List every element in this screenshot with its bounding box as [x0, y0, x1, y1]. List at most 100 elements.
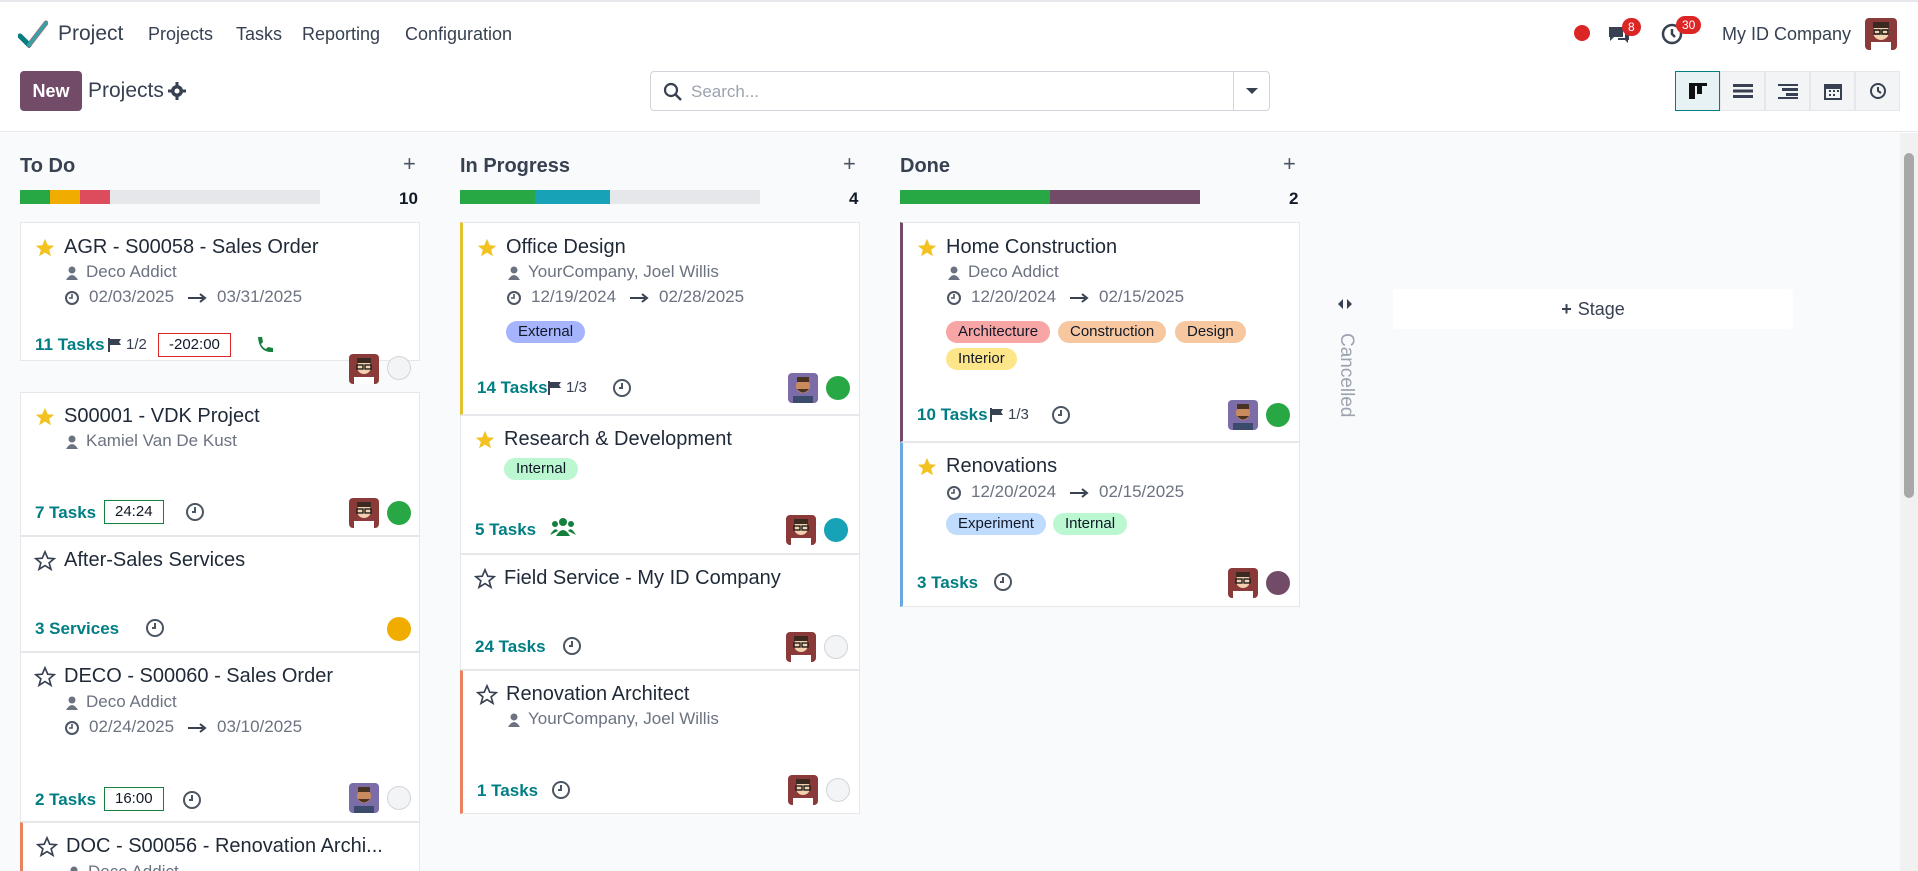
kanban-view-button[interactable]: [1675, 71, 1720, 111]
column-title-done[interactable]: Done: [900, 155, 950, 178]
favorite-star-icon[interactable]: [36, 836, 58, 858]
status-indicator[interactable]: [387, 356, 411, 380]
menu-reporting[interactable]: Reporting: [302, 24, 380, 45]
list-view-button[interactable]: [1720, 71, 1765, 111]
avatar[interactable]: [788, 775, 818, 805]
kanban-card[interactable]: Field Service - My ID Company 24 Tasks: [460, 554, 860, 670]
activity-clock-icon[interactable]: [1051, 405, 1071, 425]
card-tasks-link[interactable]: 2 Tasks: [35, 790, 96, 810]
card-tasks-link[interactable]: 14 Tasks: [477, 378, 548, 398]
add-to-todo-button[interactable]: +: [403, 151, 416, 177]
status-indicator[interactable]: [1266, 571, 1290, 595]
company-switcher[interactable]: My ID Company: [1722, 24, 1851, 45]
kanban-card[interactable]: Research & Development Internal 5 Tasks: [460, 415, 860, 554]
progress-bar-done[interactable]: [900, 190, 1200, 204]
new-button[interactable]: New: [20, 71, 82, 111]
favorite-star-icon[interactable]: [916, 456, 938, 478]
gantt-view-button[interactable]: [1765, 71, 1810, 111]
card-tasks-link[interactable]: 1 Tasks: [477, 781, 538, 801]
status-indicator[interactable]: [1266, 403, 1290, 427]
add-to-in-progress-button[interactable]: +: [843, 151, 856, 177]
scrollbar-thumb[interactable]: [1904, 153, 1914, 498]
status-indicator[interactable]: [826, 376, 850, 400]
activity-clock-icon[interactable]: [185, 502, 205, 522]
status-indicator[interactable]: [387, 617, 411, 641]
kanban-card[interactable]: Renovations 12/20/2024 02/15/2025 Experi…: [900, 442, 1300, 607]
progress-bar-in-progress[interactable]: [460, 190, 760, 204]
add-stage-button[interactable]: + Stage: [1393, 289, 1793, 329]
search-input[interactable]: Search...: [691, 82, 759, 102]
card-tasks-link[interactable]: 24 Tasks: [475, 637, 546, 657]
progress-segment[interactable]: [20, 190, 50, 204]
status-indicator[interactable]: [824, 635, 848, 659]
avatar[interactable]: [1228, 568, 1258, 598]
activity-view-button[interactable]: [1855, 71, 1900, 111]
users-icon[interactable]: [550, 516, 576, 538]
menu-tasks[interactable]: Tasks: [236, 24, 282, 45]
vertical-scrollbar[interactable]: [1900, 133, 1918, 871]
progress-segment[interactable]: [50, 190, 80, 204]
favorite-star-icon[interactable]: [34, 666, 56, 688]
favorite-star-icon[interactable]: [476, 237, 498, 259]
progress-segment[interactable]: [80, 190, 110, 204]
status-indicator[interactable]: [826, 778, 850, 802]
favorite-star-icon[interactable]: [916, 237, 938, 259]
favorite-star-icon[interactable]: [476, 684, 498, 706]
status-indicator[interactable]: [824, 518, 848, 542]
user-avatar[interactable]: [1865, 18, 1897, 50]
project-logo-icon[interactable]: [18, 20, 48, 48]
add-to-done-button[interactable]: +: [1283, 151, 1296, 177]
kanban-card[interactable]: After-Sales Services 3 Services: [20, 536, 420, 652]
search-bar[interactable]: Search...: [650, 71, 1270, 111]
avatar[interactable]: [349, 354, 379, 384]
activity-clock-icon[interactable]: [145, 618, 165, 638]
progress-segment[interactable]: [535, 190, 610, 204]
avatar[interactable]: [786, 515, 816, 545]
card-tasks-link[interactable]: 11 Tasks: [35, 335, 105, 355]
card-tasks-link[interactable]: 5 Tasks: [475, 520, 536, 540]
gear-icon[interactable]: [168, 82, 186, 100]
card-tasks-link[interactable]: 7 Tasks: [35, 503, 96, 523]
kanban-card[interactable]: DOC - S00056 - Renovation Archi... Deco …: [20, 822, 420, 871]
column-title-in-progress[interactable]: In Progress: [460, 155, 570, 178]
kanban-card[interactable]: Home Construction Deco Addict 12/20/2024…: [900, 222, 1300, 442]
app-name[interactable]: Project: [58, 22, 123, 46]
avatar[interactable]: [786, 632, 816, 662]
column-title-todo[interactable]: To Do: [20, 155, 75, 178]
search-options-toggle[interactable]: [1233, 72, 1269, 110]
kanban-card[interactable]: Office Design YourCompany, Joel Willis 1…: [460, 222, 860, 415]
avatar[interactable]: [349, 783, 379, 813]
progress-segment[interactable]: [1050, 190, 1200, 204]
favorite-star-icon[interactable]: [34, 406, 56, 428]
card-tasks-link[interactable]: 10 Tasks: [917, 405, 988, 425]
favorite-star-icon[interactable]: [474, 568, 496, 590]
avatar[interactable]: [1228, 400, 1258, 430]
calendar-view-button[interactable]: [1810, 71, 1855, 111]
avatar[interactable]: [349, 498, 379, 528]
activity-clock-icon[interactable]: [551, 780, 571, 800]
card-tasks-link[interactable]: 3 Services: [35, 619, 119, 639]
status-indicator[interactable]: [387, 501, 411, 525]
activity-clock-icon[interactable]: [612, 378, 632, 398]
status-indicator[interactable]: [387, 786, 411, 810]
favorite-star-icon[interactable]: [34, 550, 56, 572]
card-tasks-link[interactable]: 3 Tasks: [917, 573, 978, 593]
kanban-card[interactable]: DECO - S00060 - Sales Order Deco Addict …: [20, 652, 420, 822]
phone-icon[interactable]: [254, 335, 274, 355]
avatar[interactable]: [788, 373, 818, 403]
kanban-card[interactable]: S00001 - VDK Project Kamiel Van De Kust …: [20, 392, 420, 536]
unfold-column-icon[interactable]: [1336, 295, 1354, 313]
menu-configuration[interactable]: Configuration: [405, 24, 512, 45]
progress-segment[interactable]: [900, 190, 1050, 204]
status-dot-icon[interactable]: [1574, 25, 1590, 41]
favorite-star-icon[interactable]: [474, 429, 496, 451]
kanban-card[interactable]: AGR - S00058 - Sales Order Deco Addict 0…: [20, 222, 420, 384]
folded-column-cancelled[interactable]: Cancelled: [1335, 333, 1357, 418]
activity-clock-icon[interactable]: [182, 790, 202, 810]
progress-bar-todo[interactable]: [20, 190, 320, 204]
menu-projects[interactable]: Projects: [148, 24, 213, 45]
activity-clock-icon[interactable]: [993, 572, 1013, 592]
kanban-card[interactable]: Renovation Architect YourCompany, Joel W…: [460, 670, 860, 814]
progress-segment[interactable]: [460, 190, 535, 204]
favorite-star-icon[interactable]: [34, 237, 56, 259]
